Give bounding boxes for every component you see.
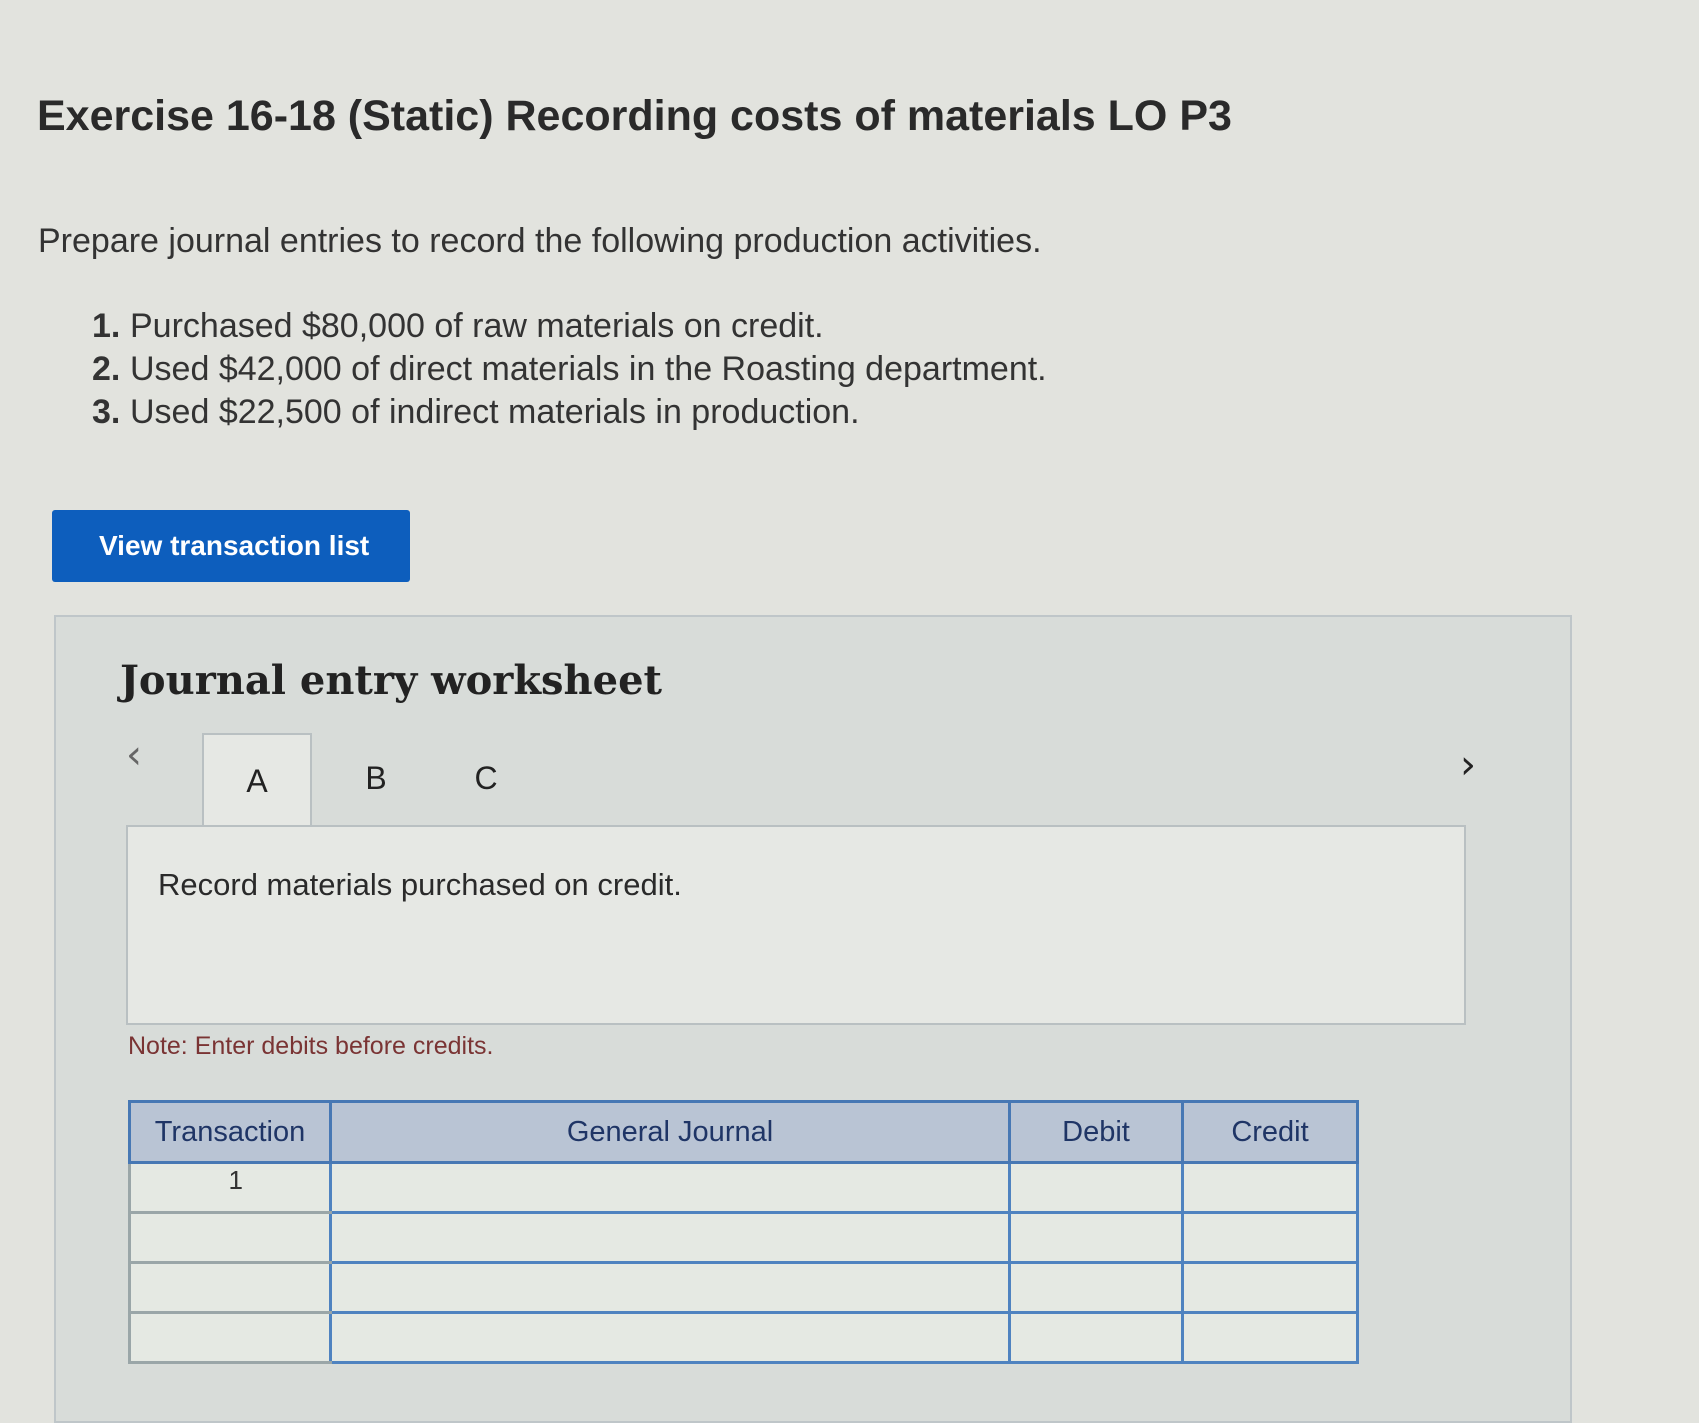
debit-input[interactable] xyxy=(1012,1315,1180,1360)
debit-input[interactable] xyxy=(1012,1265,1180,1310)
column-header-debit: Debit xyxy=(1008,1100,1184,1164)
credit-input[interactable] xyxy=(1185,1265,1355,1310)
debit-cell[interactable] xyxy=(1008,1211,1184,1264)
column-header-general-journal: General Journal xyxy=(329,1100,1011,1164)
list-item: 2. Used $42,000 of direct materials in th… xyxy=(92,348,1047,391)
account-select[interactable] xyxy=(333,1265,1007,1310)
account-select[interactable] xyxy=(333,1215,1007,1260)
table-row xyxy=(128,1311,1359,1364)
general-journal-cell[interactable] xyxy=(329,1161,1011,1214)
tab-b[interactable]: B xyxy=(346,733,406,823)
tab-label: A xyxy=(246,762,268,799)
activity-text: Used $42,000 of direct materials in the … xyxy=(130,350,1047,388)
debit-cell[interactable] xyxy=(1008,1161,1184,1214)
worksheet-title: Journal entry worksheet xyxy=(120,657,663,704)
activity-text: Used $22,500 of indirect materials in pr… xyxy=(130,393,860,431)
transaction-cell xyxy=(128,1261,332,1314)
entry-instruction: Record materials purchased on credit. xyxy=(158,867,682,902)
credit-input[interactable] xyxy=(1185,1165,1355,1210)
credit-cell[interactable] xyxy=(1181,1261,1359,1314)
activity-text: Purchased $80,000 of raw materials on cr… xyxy=(130,307,824,345)
activity-number: 3. xyxy=(92,393,121,431)
credit-cell[interactable] xyxy=(1181,1311,1359,1364)
journal-entry-worksheet: Journal entry worksheet ‹ A B C › Record… xyxy=(54,615,1572,1423)
activity-number: 2. xyxy=(92,350,121,388)
activity-list: 1. Purchased $80,000 of raw materials on … xyxy=(92,305,1047,434)
tab-a[interactable]: A xyxy=(202,733,312,827)
table-row xyxy=(128,1211,1359,1264)
tab-c[interactable]: C xyxy=(456,733,516,823)
credit-cell[interactable] xyxy=(1181,1161,1359,1214)
activity-number: 1. xyxy=(92,307,121,345)
table-row: 1 xyxy=(128,1161,1359,1214)
list-item: 1. Purchased $80,000 of raw materials on … xyxy=(92,305,1047,348)
view-transaction-list-button[interactable]: View transaction list xyxy=(52,510,410,582)
instructions-text: Prepare journal entries to record the fo… xyxy=(38,222,1042,260)
table-row xyxy=(128,1261,1359,1314)
general-journal-cell[interactable] xyxy=(329,1311,1011,1364)
general-journal-cell[interactable] xyxy=(329,1211,1011,1264)
chevron-left-icon[interactable]: ‹ xyxy=(126,735,142,775)
credit-input[interactable] xyxy=(1185,1315,1355,1360)
list-item: 3. Used $22,500 of indirect materials in … xyxy=(92,391,1047,434)
debit-input[interactable] xyxy=(1012,1215,1180,1260)
general-journal-cell[interactable] xyxy=(329,1261,1011,1314)
tab-label: C xyxy=(474,759,498,796)
tab-panel: Record materials purchased on credit. xyxy=(126,825,1466,1025)
credit-cell[interactable] xyxy=(1181,1211,1359,1264)
note-text: Note: Enter debits before credits. xyxy=(128,1032,494,1060)
page-title: Exercise 16-18 (Static) Recording costs … xyxy=(37,92,1232,140)
tab-label: B xyxy=(365,759,387,796)
chevron-right-icon[interactable]: › xyxy=(1460,745,1476,785)
debit-cell[interactable] xyxy=(1008,1261,1184,1314)
journal-table: Transaction General Journal Debit Credit… xyxy=(128,1100,1359,1364)
transaction-cell: 1 xyxy=(128,1161,332,1214)
column-header-transaction: Transaction xyxy=(128,1100,332,1164)
transaction-cell xyxy=(128,1211,332,1264)
credit-input[interactable] xyxy=(1185,1215,1355,1260)
table-header-row: Transaction General Journal Debit Credit xyxy=(128,1100,1359,1164)
column-header-credit: Credit xyxy=(1181,1100,1359,1164)
account-select[interactable] xyxy=(333,1315,1007,1360)
debit-input[interactable] xyxy=(1012,1165,1180,1210)
debit-cell[interactable] xyxy=(1008,1311,1184,1364)
account-select[interactable] xyxy=(333,1165,1007,1210)
transaction-cell xyxy=(128,1311,332,1364)
